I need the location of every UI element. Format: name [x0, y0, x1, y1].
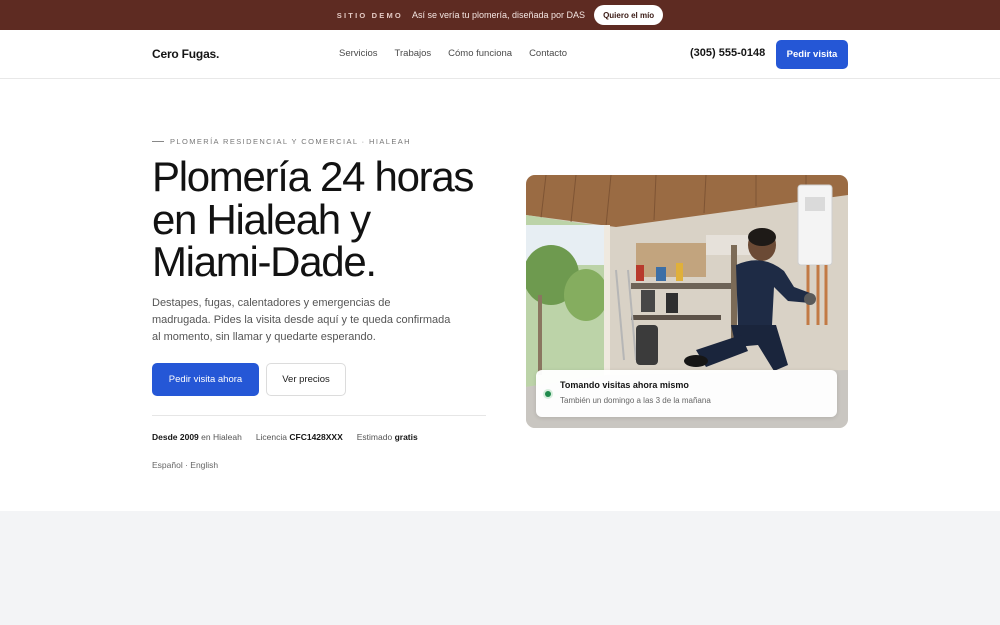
- eyebrow-line: [152, 141, 164, 142]
- next-section: [0, 511, 1000, 625]
- nav-links: Servicios Trabajos Cómo funciona Contact…: [339, 48, 567, 59]
- nav-link-servicios[interactable]: Servicios: [339, 48, 378, 59]
- quiero-el-mio-button[interactable]: Quiero el mío: [594, 5, 664, 25]
- hero-headline: Plomería 24 horas en Hialeah y Miami-Dad…: [152, 153, 474, 285]
- status-dot-icon: [545, 391, 551, 397]
- language-switcher[interactable]: Español · English: [152, 460, 218, 470]
- fact-estimate: Estimado gratis: [357, 432, 418, 442]
- nav-link-trabajos[interactable]: Trabajos: [395, 48, 432, 59]
- nav-link-contacto[interactable]: Contacto: [529, 48, 567, 59]
- status-subtitle: También un domingo a las 3 de la mañana: [560, 396, 711, 405]
- status-card: Tomando visitas ahora mismo También un d…: [536, 370, 837, 417]
- fact-license-number: CFC1428XXX: [289, 432, 343, 442]
- fact-since-rest: en Hialeah: [198, 432, 242, 442]
- demo-text: Así se vería tu plomería, diseñada por D…: [411, 10, 586, 20]
- fact-license-label: Licencia: [255, 432, 290, 442]
- hero-divider: [152, 415, 486, 416]
- pedir-visita-ahora-button[interactable]: Pedir visita ahora: [152, 363, 259, 396]
- demo-tag: SITIO DEMO: [336, 10, 403, 20]
- status-title: Tomando visitas ahora mismo: [560, 380, 689, 390]
- hero-facts: Desde 2009 en Hialeah Licencia CFC1428XX…: [152, 432, 418, 442]
- eyebrow-text: PLOMERÍA RESIDENCIAL Y COMERCIAL · HIALE…: [170, 137, 411, 146]
- fact-estimate-strong: gratis: [394, 432, 418, 442]
- hero-eyebrow: PLOMERÍA RESIDENCIAL Y COMERCIAL · HIALE…: [152, 137, 411, 146]
- pedir-visita-button[interactable]: Pedir visita: [776, 40, 848, 69]
- nav-link-como-funciona[interactable]: Cómo funciona: [448, 48, 512, 59]
- ver-precios-button[interactable]: Ver precios: [266, 363, 346, 396]
- phone-link[interactable]: (305) 555-0148: [690, 47, 765, 59]
- logo[interactable]: Cero Fugas.: [152, 47, 219, 61]
- hero-subtext: Destapes, fugas, calentadores y emergenc…: [152, 297, 451, 343]
- fact-license: Licencia CFC1428XXX: [256, 432, 343, 442]
- top-nav: Cero Fugas. Servicios Trabajos Cómo func…: [0, 30, 1000, 79]
- fact-estimate-label: Estimado: [356, 432, 395, 442]
- fact-since-strong: Desde 2009: [152, 432, 199, 442]
- demo-banner: SITIO DEMO Así se vería tu plomería, dis…: [0, 0, 1000, 30]
- fact-since: Desde 2009 en Hialeah: [152, 432, 242, 442]
